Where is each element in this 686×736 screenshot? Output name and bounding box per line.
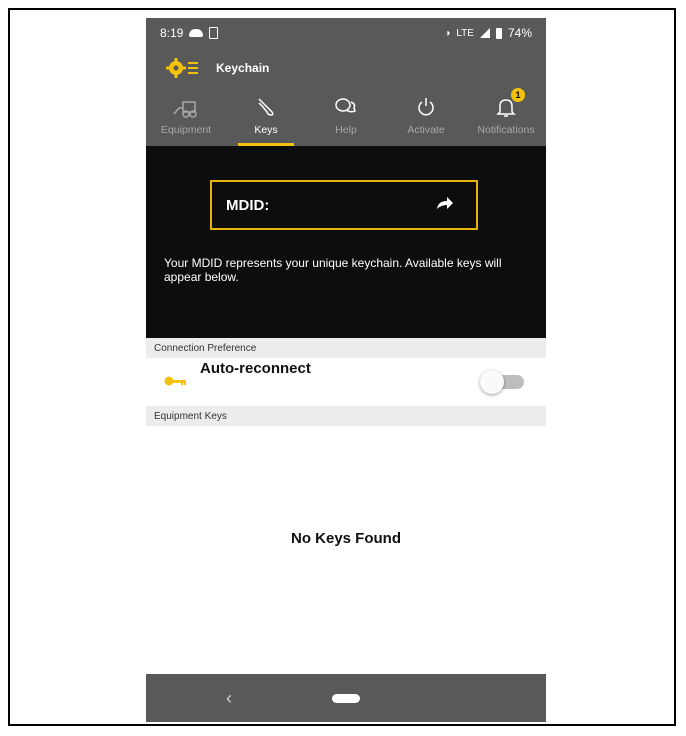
tab-help[interactable]: Help bbox=[306, 88, 386, 146]
app-title: Keychain bbox=[216, 61, 270, 75]
auto-reconnect-row: Auto-reconnect bbox=[146, 358, 546, 406]
status-time: 8:19 bbox=[160, 26, 184, 40]
keys-icon bbox=[254, 94, 278, 120]
notification-badge: 1 bbox=[511, 88, 525, 102]
tab-keys-label: Keys bbox=[254, 124, 278, 136]
mdid-label: MDID: bbox=[226, 196, 270, 214]
mdid-field[interactable]: MDID: bbox=[210, 180, 478, 230]
settings-menu-icon[interactable] bbox=[166, 56, 202, 80]
vibrate-icon: ◑ bbox=[444, 27, 451, 39]
share-icon[interactable] bbox=[436, 196, 454, 214]
empty-state-message: No Keys Found bbox=[290, 530, 401, 547]
tab-bar: Equipment Keys Help Activate 1 Notificat… bbox=[146, 88, 546, 146]
tab-activate-label: Activate bbox=[407, 124, 445, 136]
phone-screen: 8:19 ◑ LTE 74% Keychain Equipment Keys H… bbox=[146, 18, 546, 722]
auto-reconnect-toggle[interactable] bbox=[480, 370, 528, 394]
equipment-keys-header: Equipment Keys bbox=[146, 406, 546, 426]
tab-notifications-label: Notifications bbox=[477, 124, 535, 136]
tab-keys[interactable]: Keys bbox=[226, 88, 306, 146]
battery-icon bbox=[495, 27, 502, 39]
auto-reconnect-label: Auto-reconnect bbox=[200, 360, 311, 377]
network-type: LTE bbox=[456, 27, 474, 39]
tab-equipment-label: Equipment bbox=[160, 124, 212, 136]
toggle-thumb bbox=[480, 370, 504, 394]
home-pill-icon[interactable] bbox=[332, 694, 360, 703]
bell-icon: 1 bbox=[495, 88, 525, 120]
tab-equipment[interactable]: Equipment bbox=[146, 88, 226, 146]
signal-icon bbox=[479, 28, 490, 38]
key-icon bbox=[164, 374, 188, 386]
cloud-icon bbox=[189, 29, 204, 37]
sim-card-icon bbox=[209, 27, 219, 39]
mdid-description: Your MDID represents your unique keychai… bbox=[164, 256, 502, 284]
connection-preference-header: Connection Preference bbox=[146, 338, 546, 358]
tab-notifications[interactable]: 1 Notifications bbox=[466, 88, 546, 146]
tab-help-label: Help bbox=[335, 124, 357, 136]
status-bar: 8:19 ◑ LTE 74% bbox=[146, 18, 546, 48]
app-header: 8:19 ◑ LTE 74% Keychain Equipment Keys H… bbox=[146, 18, 546, 146]
power-icon bbox=[415, 94, 437, 120]
android-nav-bar: ‹ bbox=[146, 674, 546, 722]
back-icon[interactable]: ‹ bbox=[226, 688, 232, 709]
mdid-hero: MDID: Your MDID represents your unique k… bbox=[146, 146, 546, 338]
app-bar: Keychain bbox=[146, 54, 546, 82]
battery-level: 74% bbox=[507, 26, 532, 40]
equipment-icon bbox=[171, 94, 201, 120]
tab-activate[interactable]: Activate bbox=[386, 88, 466, 146]
help-icon bbox=[334, 94, 358, 120]
